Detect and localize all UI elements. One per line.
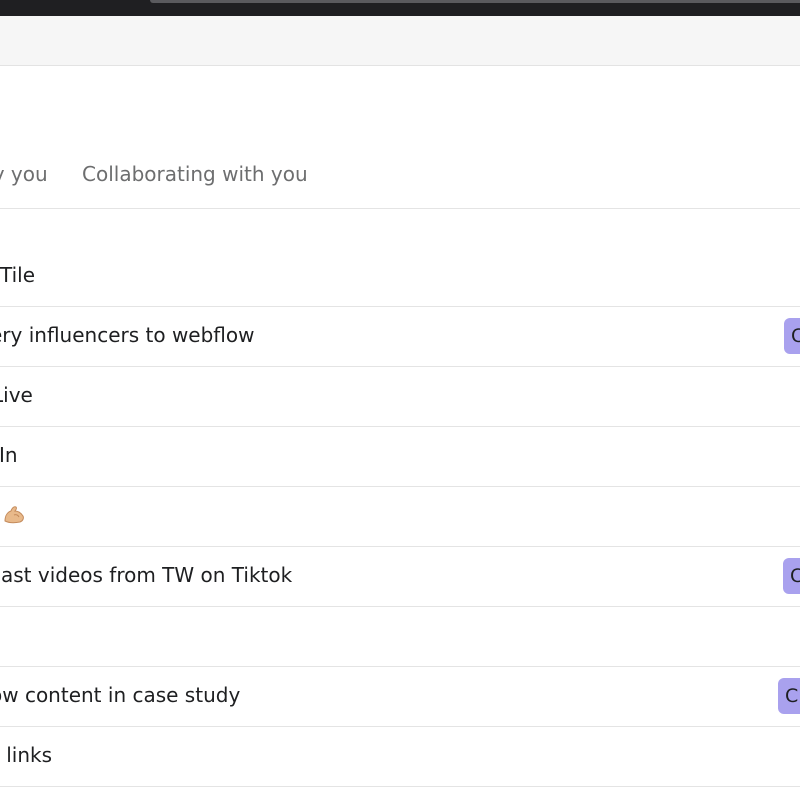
task-title[interactable]: In xyxy=(0,443,18,467)
table-row[interactable]: Live xyxy=(0,367,800,427)
tab-created-by-you[interactable]: by you xyxy=(0,162,48,186)
flexed-biceps-icon xyxy=(4,506,24,524)
table-row[interactable] xyxy=(0,607,800,667)
status-badge[interactable]: C xyxy=(783,558,800,594)
window-frame xyxy=(0,0,800,16)
task-title[interactable]: Live xyxy=(0,383,33,407)
table-row[interactable]: cast videos from TW on Tiktok C xyxy=(0,547,800,607)
task-title[interactable]: Tile xyxy=(0,263,35,287)
table-row[interactable]: t links xyxy=(0,727,800,787)
table-row[interactable]: ow content in case study C xyxy=(0,667,800,727)
table-row[interactable]: In xyxy=(0,427,800,487)
table-row[interactable]: Tile xyxy=(0,247,800,307)
task-title[interactable]: ow content in case study xyxy=(0,683,240,707)
status-badge[interactable]: C xyxy=(778,678,800,714)
task-title[interactable]: t links xyxy=(0,743,52,767)
tab-collaborating-with-you[interactable]: Collaborating with you xyxy=(82,162,308,186)
status-badge[interactable]: C xyxy=(784,318,800,354)
top-bar xyxy=(0,16,800,66)
table-row[interactable] xyxy=(0,487,800,547)
task-title[interactable]: cast videos from TW on Tiktok xyxy=(0,563,292,587)
table-row[interactable]: ery influencers to webflow C xyxy=(0,307,800,367)
window-frame-highlight xyxy=(150,0,800,3)
tab-bar: by you Collaborating with you xyxy=(0,150,800,209)
task-title[interactable]: ery influencers to webflow xyxy=(0,323,255,347)
